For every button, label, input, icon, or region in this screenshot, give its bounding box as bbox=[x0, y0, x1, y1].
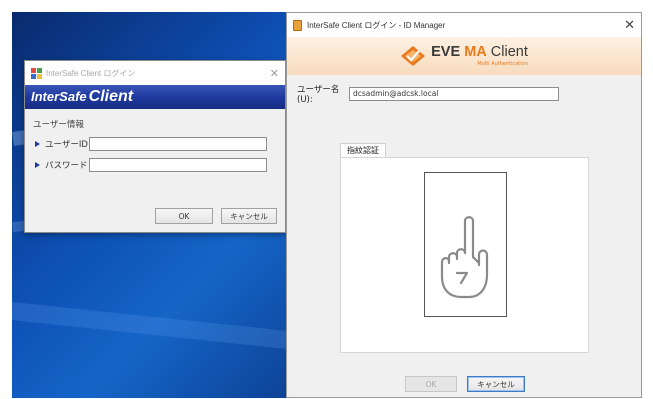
login-titlebar[interactable]: InterSafe Client ログイン ✕ bbox=[25, 61, 285, 85]
ok-button[interactable]: OK bbox=[155, 208, 213, 224]
eve-diamond-logo-icon bbox=[401, 46, 426, 66]
user-id-label: ユーザーID bbox=[45, 140, 88, 150]
intersafe-banner: InterSafe Client bbox=[25, 85, 285, 109]
id-manager-titlebar[interactable]: InterSafe Client ログイン - ID Manager ✕ bbox=[287, 13, 641, 37]
login-form: ユーザー情報 ユーザーID パスワード bbox=[25, 109, 285, 178]
login-window-title: InterSafe Client ログイン bbox=[46, 68, 136, 78]
intersafe-app-icon bbox=[31, 67, 42, 79]
id-manager-window: InterSafe Client ログイン - ID Manager ✕ EVE… bbox=[286, 12, 642, 398]
password-input[interactable] bbox=[89, 158, 267, 172]
fingerprint-reader-card bbox=[424, 172, 507, 317]
eve-ma-client-header: EVE MA Client Multi Authentication bbox=[287, 37, 641, 75]
password-label: パスワード bbox=[45, 161, 88, 171]
logo-text-intersafe: InterSafe bbox=[31, 89, 87, 104]
ok-button-disabled[interactable]: OK bbox=[405, 376, 457, 392]
logo-text-client: Client bbox=[88, 88, 134, 105]
login-button-bar: OK キャンセル bbox=[155, 208, 277, 224]
user-id-row: ユーザーID bbox=[33, 137, 277, 151]
password-row: パスワード bbox=[33, 158, 277, 172]
username-label: ユーザー名(U): bbox=[297, 85, 340, 105]
close-icon[interactable]: ✕ bbox=[270, 67, 279, 80]
brand-eve: EVE bbox=[431, 44, 465, 60]
username-row: ユーザー名(U): dcsadmin@adcsk.local bbox=[287, 83, 641, 105]
brand-client: Client bbox=[486, 44, 528, 60]
username-field[interactable]: dcsadmin@adcsk.local bbox=[349, 87, 559, 101]
user-info-section-label: ユーザー情報 bbox=[33, 120, 84, 130]
intersafe-client-logo: InterSafe Client bbox=[31, 88, 133, 106]
eve-brand: EVE MA Client Multi Authentication bbox=[431, 45, 528, 68]
id-manager-window-title: InterSafe Client ログイン - ID Manager bbox=[307, 20, 446, 30]
triangle-right-icon bbox=[35, 141, 40, 147]
id-manager-button-bar: OK キャンセル bbox=[405, 376, 525, 392]
triangle-right-icon bbox=[35, 162, 40, 168]
close-icon[interactable]: ✕ bbox=[624, 18, 635, 33]
login-window: InterSafe Client ログイン ✕ InterSafe Client … bbox=[24, 60, 286, 233]
tab-fingerprint-auth[interactable]: 指紋認証 bbox=[340, 143, 386, 157]
cancel-button[interactable]: キャンセル bbox=[221, 208, 277, 224]
cancel-button[interactable]: キャンセル bbox=[467, 376, 525, 392]
brand-ma: MA bbox=[464, 44, 487, 60]
fingerprint-auth-panel bbox=[340, 157, 589, 353]
finger-pointing-hand-icon bbox=[440, 216, 489, 299]
eve-brand-name: EVE MA Client bbox=[431, 45, 528, 60]
id-manager-app-icon bbox=[293, 19, 302, 31]
user-id-input[interactable] bbox=[89, 137, 267, 151]
brand-tagline: Multi Authentication bbox=[477, 61, 528, 67]
